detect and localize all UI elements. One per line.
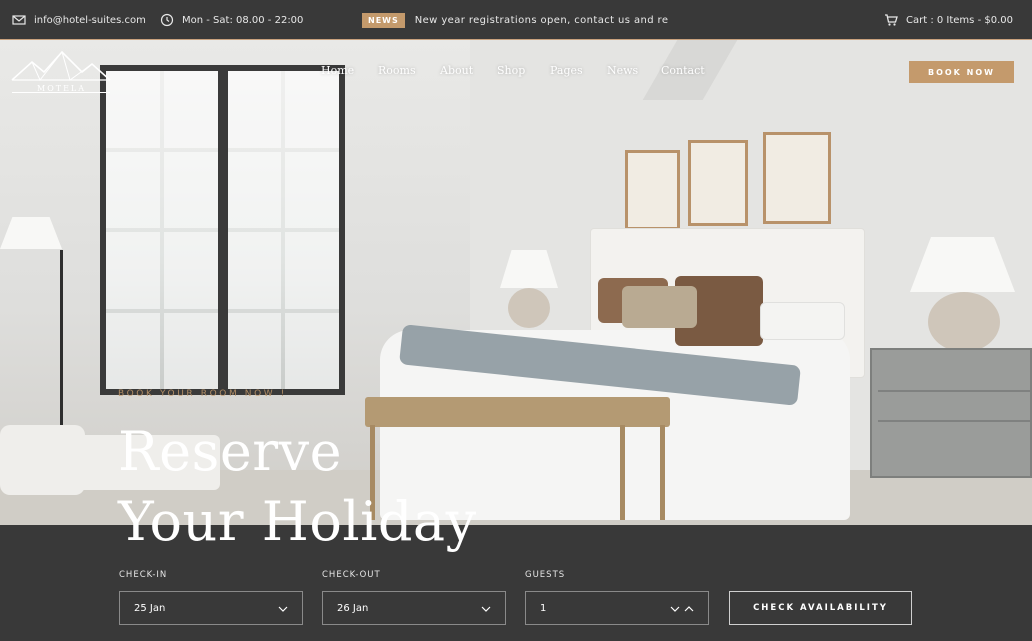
guests-value: 1 xyxy=(540,602,547,614)
bench xyxy=(365,397,670,427)
floor-lamp xyxy=(0,217,62,249)
pillow xyxy=(760,302,845,340)
cart-icon xyxy=(884,13,898,27)
checkout-select[interactable]: 26 Jan xyxy=(322,591,506,625)
chevron-down-icon xyxy=(481,604,491,614)
hero-tagline: BOOK YOUR ROOM NOW ! xyxy=(118,389,287,399)
nightstand xyxy=(870,348,1032,478)
hero-title-line1: Reserve xyxy=(118,420,343,483)
chevron-down-icon xyxy=(670,604,680,614)
nav-news[interactable]: News xyxy=(607,64,638,77)
nav-rooms[interactable]: Rooms xyxy=(378,64,416,77)
checkin-value: 25 Jan xyxy=(134,602,166,614)
nav-home[interactable]: Home xyxy=(321,64,354,77)
opening-hours: Mon - Sat: 08.00 - 22:00 xyxy=(160,0,303,40)
checkout-label: CHECK-OUT xyxy=(322,570,381,580)
chair xyxy=(0,425,85,495)
hero-title-line2: Your Holiday xyxy=(118,490,477,553)
news-badge: NEWS xyxy=(362,12,405,28)
guests-select[interactable]: 1 xyxy=(525,591,709,625)
book-now-button[interactable]: BOOK NOW xyxy=(909,61,1014,83)
email-contact[interactable]: info@hotel-suites.com xyxy=(12,0,146,40)
pillow xyxy=(622,286,697,328)
email-text[interactable]: info@hotel-suites.com xyxy=(34,15,146,26)
chevron-up-icon[interactable] xyxy=(684,604,694,614)
chevron-down-icon xyxy=(278,604,288,614)
checkin-label: CHECK-IN xyxy=(119,570,168,580)
check-availability-button[interactable]: CHECK AVAILABILITY xyxy=(729,591,912,625)
news-text[interactable]: New year registrations open, contact us … xyxy=(415,15,669,26)
nav-contact[interactable]: Contact xyxy=(661,64,705,77)
nav-shop[interactable]: Shop xyxy=(497,64,525,77)
checkout-value: 26 Jan xyxy=(337,602,369,614)
nav-pages[interactable]: Pages xyxy=(550,64,583,77)
top-bar: info@hotel-suites.com Mon - Sat: 08.00 -… xyxy=(0,0,1032,40)
nav-about[interactable]: About xyxy=(440,64,473,77)
hours-text: Mon - Sat: 08.00 - 22:00 xyxy=(182,14,304,26)
guests-label: GUESTS xyxy=(525,570,566,580)
cart-text[interactable]: Cart : 0 Items - $0.00 xyxy=(906,15,1013,26)
news-ticker[interactable]: NEWS New year registrations open, contac… xyxy=(362,0,669,40)
clock-icon xyxy=(160,13,174,27)
checkin-select[interactable]: 25 Jan xyxy=(119,591,303,625)
envelope-icon xyxy=(12,13,26,27)
bedroom-window xyxy=(100,65,345,395)
cart-summary[interactable]: Cart : 0 Items - $0.00 xyxy=(884,0,1013,40)
